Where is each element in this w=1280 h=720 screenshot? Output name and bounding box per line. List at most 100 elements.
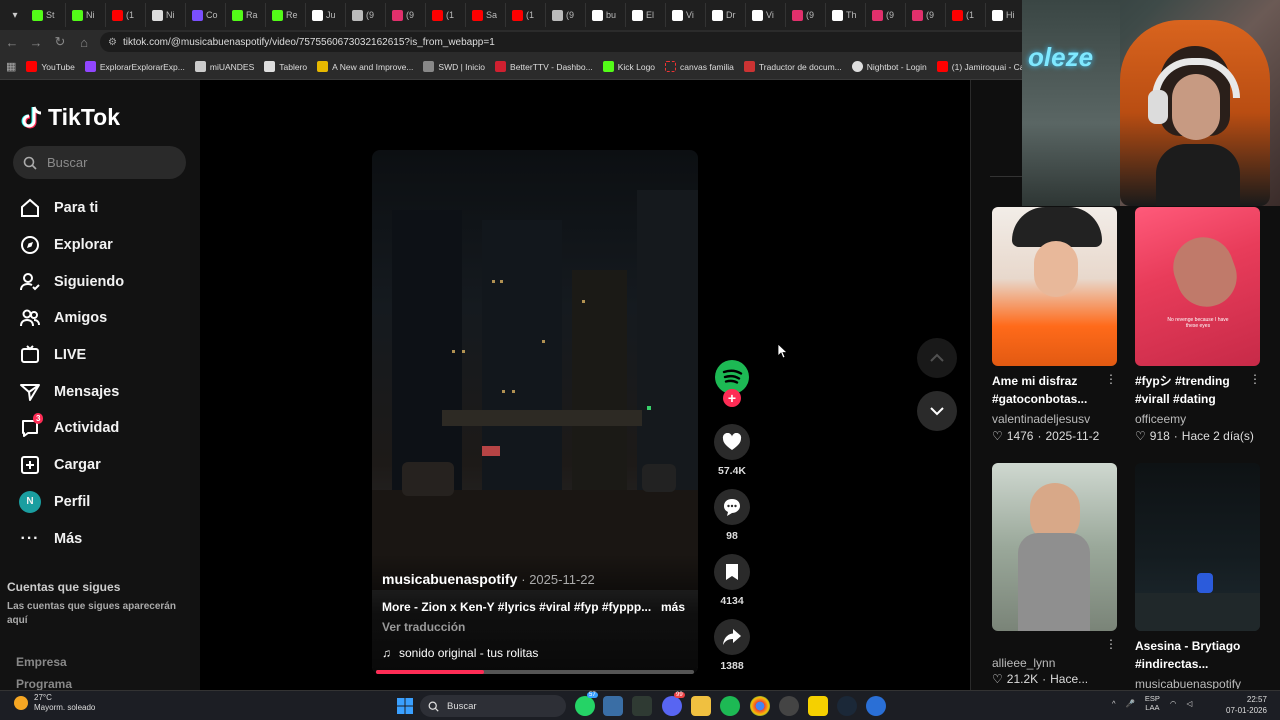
browser-tab[interactable]: (9 [386, 3, 426, 27]
suggested-author[interactable]: allieee_lynn [992, 656, 1055, 670]
nav-item-actividad[interactable]: 3 Actividad [18, 410, 198, 447]
bookmark-item[interactable]: SWD | Inicio [423, 61, 485, 72]
share-button[interactable]: 1388 [714, 619, 750, 672]
sound-link[interactable]: ♫ sonido original - tus rolitas [382, 646, 538, 660]
footer-link-programa[interactable]: Programa [16, 677, 72, 691]
file-explorer-icon[interactable] [691, 696, 711, 716]
system-clock[interactable]: 22:57 07-01-2026 [1226, 694, 1267, 716]
browser-tab[interactable]: (9 [866, 3, 906, 27]
browser-tab[interactable]: Ra [226, 3, 266, 27]
browser-tab[interactable]: (1 [106, 3, 146, 27]
wifi-icon[interactable]: ◠ [1170, 699, 1177, 708]
microphone-icon[interactable]: 🎤 [1126, 699, 1135, 708]
suggested-author[interactable]: officeemy [1135, 412, 1186, 426]
suggested-thumbnail[interactable] [992, 207, 1117, 366]
bookmark-item[interactable]: Kick Logo [602, 61, 655, 72]
sticky-notes-icon[interactable] [808, 696, 828, 716]
browser-tab[interactable]: Hi [986, 3, 1026, 27]
suggested-title[interactable]: Asesina - Brytiago #indirectas... [1135, 637, 1253, 673]
suggested-title[interactable]: #fypシ #trending #virall #dating [1135, 372, 1253, 408]
browser-tab[interactable]: El [626, 3, 666, 27]
save-button[interactable]: 4134 [714, 554, 750, 607]
browser-tab[interactable]: Sa [466, 3, 506, 27]
browser-tab[interactable]: (1 [946, 3, 986, 27]
previous-video-button[interactable] [917, 338, 957, 378]
more-options-icon[interactable]: ⋮ [1105, 637, 1117, 651]
apps-icon[interactable]: ▦ [6, 60, 16, 73]
more-options-icon[interactable]: ⋮ [1105, 372, 1117, 386]
taskbar-search[interactable]: Buscar [420, 695, 566, 717]
suggested-thumbnail[interactable] [1135, 463, 1260, 631]
bookmark-item[interactable]: miUANDES [194, 61, 254, 72]
nav-item-live[interactable]: LIVE [18, 337, 198, 374]
suggested-author[interactable]: valentinadeljesusv [992, 412, 1090, 426]
browser-tab[interactable]: Ni [66, 3, 106, 27]
translate-link[interactable]: Ver traducción [382, 620, 465, 634]
nav-item-para-ti[interactable]: Para ti [18, 190, 198, 227]
more-options-icon[interactable]: ⋮ [1249, 372, 1261, 386]
browser-tab[interactable]: (1 [506, 3, 546, 27]
comment-button[interactable]: 98 [714, 489, 750, 542]
browser-tab[interactable]: (1 [426, 3, 466, 27]
url-input[interactable]: ⚙ tiktok.com/@musicabuenaspotify/video/7… [100, 32, 1040, 52]
browser-tab[interactable]: (9 [346, 3, 386, 27]
like-button[interactable]: 57.4K [714, 424, 750, 477]
suggested-thumbnail[interactable] [992, 463, 1117, 631]
nav-item-amigos[interactable]: Amigos [18, 300, 198, 337]
terminal-icon[interactable] [632, 696, 652, 716]
nav-item-mensajes[interactable]: Mensajes [18, 373, 198, 410]
browser-tab[interactable]: Ni [146, 3, 186, 27]
notepad-icon[interactable] [603, 696, 623, 716]
browser-tab[interactable]: (9 [546, 3, 586, 27]
browser-tab[interactable]: (9 [786, 3, 826, 27]
bookmark-item[interactable]: ExplorarExplorarExp... [84, 61, 185, 72]
suggested-author[interactable]: musicabuenaspotify [1135, 677, 1241, 689]
weather-widget[interactable]: 27°C Mayorm. soleado [14, 693, 95, 713]
forward-icon[interactable]: → [24, 30, 48, 54]
tab-search-icon[interactable]: ▾ [4, 4, 26, 26]
site-info-icon[interactable]: ⚙ [108, 37, 117, 48]
footer-link-empresa[interactable]: Empresa [16, 655, 67, 669]
nav-item-siguiendo[interactable]: Siguiendo [18, 263, 198, 300]
bookmark-item[interactable]: Tablero [264, 61, 307, 72]
nav-item-perfil[interactable]: N Perfil [18, 484, 198, 521]
bookmark-item[interactable]: A New and Improve... [317, 61, 413, 72]
home-icon[interactable]: ⌂ [72, 30, 96, 54]
chevron-up-icon[interactable]: ^ [1112, 699, 1116, 708]
browser-tab[interactable]: Dr [706, 3, 746, 27]
settings-icon[interactable] [779, 696, 799, 716]
steam-icon[interactable] [837, 696, 857, 716]
spotify-icon[interactable] [720, 696, 740, 716]
app-icon[interactable] [866, 696, 886, 716]
chrome-icon[interactable] [750, 696, 770, 716]
speaker-icon[interactable]: ◁ [1186, 699, 1192, 708]
nav-item-explorar[interactable]: Explorar [18, 227, 198, 264]
bookmark-item[interactable]: BetterTTV - Dashbo... [495, 61, 593, 72]
nav-item-cargar[interactable]: Cargar [18, 447, 198, 484]
nav-item-mas[interactable]: ··· Más [18, 520, 198, 557]
bookmark-item[interactable]: canvas familia [665, 61, 734, 72]
bookmark-item[interactable]: Nightbot - Login [851, 61, 927, 72]
back-icon[interactable]: ← [0, 30, 24, 54]
browser-tab[interactable]: Th [826, 3, 866, 27]
follow-button[interactable]: + [723, 389, 741, 407]
more-link[interactable]: más [661, 600, 685, 614]
suggested-thumbnail[interactable]: No revenge because I have these eyes [1135, 207, 1260, 366]
next-video-button[interactable] [917, 391, 957, 431]
discord-icon[interactable]: 99 [662, 692, 685, 716]
browser-tab[interactable]: Co [186, 3, 226, 27]
browser-tab[interactable]: Vi [666, 3, 706, 27]
whatsapp-icon[interactable]: 57 [575, 692, 598, 716]
reload-icon[interactable]: ↻ [48, 30, 72, 54]
windows-start-icon[interactable] [395, 696, 415, 716]
tiktok-logo[interactable]: TikTok [20, 104, 120, 131]
browser-tab[interactable]: bu [586, 3, 626, 27]
browser-tab[interactable]: (9 [906, 3, 946, 27]
bookmark-item[interactable]: Traductor de docum... [743, 61, 842, 72]
browser-tab[interactable]: St [26, 3, 66, 27]
browser-tab[interactable]: Vi [746, 3, 786, 27]
browser-tab[interactable]: Ju [306, 3, 346, 27]
browser-tab[interactable]: Re [266, 3, 306, 27]
video-player[interactable] [372, 150, 698, 674]
language-indicator[interactable]: ESP LAA [1145, 694, 1160, 712]
